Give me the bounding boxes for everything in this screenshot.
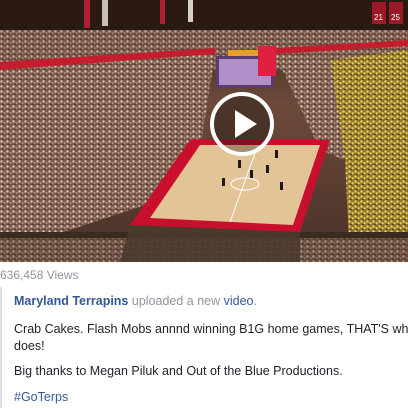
video-link[interactable]: video [224,294,254,308]
video-frame: 21 25 [0,0,408,262]
play-icon [235,110,257,138]
headline-period: . [253,294,257,308]
caption-thanks: Big thanks to Megan Piluk and Out of the… [14,364,343,378]
view-count: 636,458 Views [0,268,79,282]
action-text: uploaded a new [128,294,224,308]
page-name-link[interactable]: Maryland Terrapins [14,294,128,308]
banner-number-25: 25 [391,13,400,22]
hashtag-link[interactable]: #GoTerps [14,390,68,404]
post-body: Maryland Terrapins uploaded a new video.… [0,287,408,408]
video-player[interactable]: 21 25 [0,0,408,262]
caption-line-1: Crab Cakes. Flash Mobs annnd winning B1G… [14,322,408,336]
caption-line-2: does! [14,339,45,353]
play-button[interactable] [210,92,274,156]
post-headline: Maryland Terrapins uploaded a new video. [14,294,257,308]
banner-number-21: 21 [374,13,383,22]
